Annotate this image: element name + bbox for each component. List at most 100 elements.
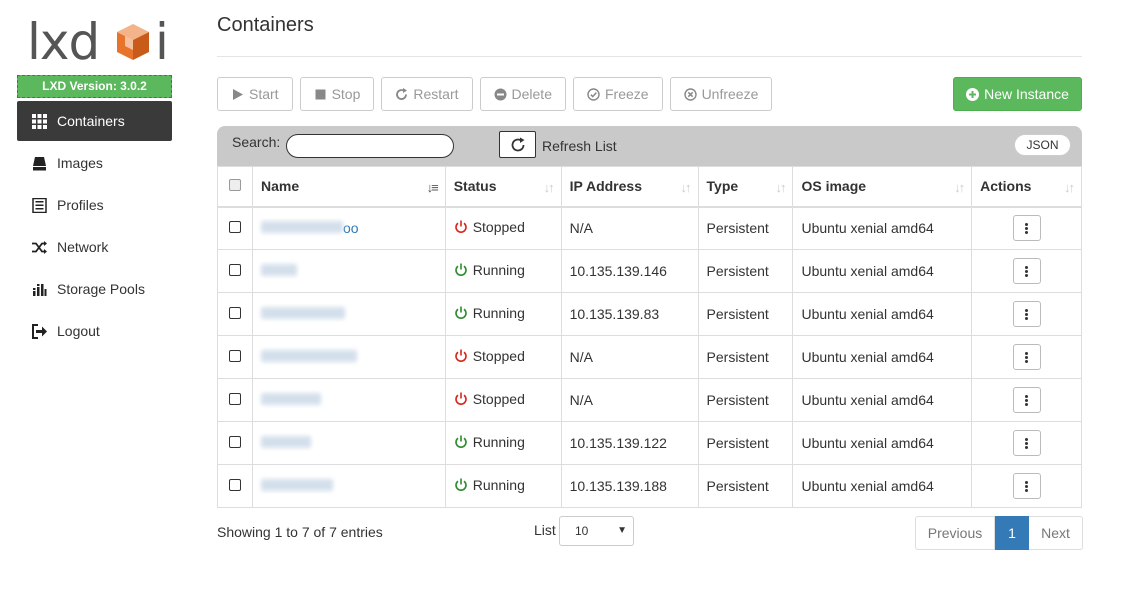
refresh-icon: [396, 87, 408, 100]
sidebar-item-label: Containers: [57, 113, 125, 129]
refresh-button[interactable]: [499, 131, 536, 158]
sidebar-item-profiles[interactable]: Profiles: [17, 185, 172, 225]
sort-icon: ↓↑: [1064, 180, 1075, 195]
status-badge: Stopped: [454, 348, 525, 364]
logo-text-right: i: [155, 13, 169, 71]
redacted-name: [260, 221, 343, 234]
ip-cell: N/A: [560, 206, 699, 250]
sidebar-item-containers[interactable]: Containers: [17, 101, 172, 141]
page-size-select[interactable]: 10 ▼: [559, 516, 634, 546]
status-badge: Running: [454, 262, 525, 278]
type-cell: Persistent: [697, 335, 794, 379]
status-badge: Running: [454, 477, 525, 493]
row-checkbox[interactable]: [228, 307, 241, 319]
status-badge: Stopped: [454, 391, 525, 407]
new-instance-button[interactable]: New Instance: [953, 77, 1082, 111]
actions-cell: [971, 206, 1082, 250]
row-actions-button[interactable]: [1012, 215, 1041, 242]
row-select-cell: [217, 335, 253, 379]
stop-button[interactable]: Stop: [299, 77, 375, 111]
row-checkbox[interactable]: [228, 350, 241, 362]
sort-icon: ↓↑: [680, 180, 692, 195]
column-header-actions[interactable]: Actions ↓↑: [971, 166, 1082, 208]
table-row: Running 10.135.139.83 Persistent Ubuntu …: [217, 292, 1082, 336]
more-vertical-icon: [1025, 484, 1029, 488]
row-actions-button[interactable]: [1012, 473, 1041, 499]
row-checkbox[interactable]: [228, 479, 241, 491]
page-1-button[interactable]: 1: [995, 516, 1029, 550]
row-select-cell: [217, 464, 253, 508]
redacted-name: [260, 350, 357, 362]
sort-icon: ↓↑: [954, 180, 965, 195]
sidebar-item-logout[interactable]: Logout: [17, 311, 172, 351]
next-page-button[interactable]: Next: [1029, 516, 1083, 550]
row-checkbox[interactable]: [228, 221, 241, 234]
row-select-cell: [217, 378, 253, 422]
ip-cell: N/A: [560, 335, 699, 379]
ip-cell: N/A: [560, 378, 699, 422]
actions-cell: [971, 378, 1082, 422]
power-icon: [454, 392, 467, 405]
row-actions-button[interactable]: [1012, 387, 1041, 413]
delete-button[interactable]: Delete: [479, 77, 566, 111]
column-header-ip[interactable]: IP Address ↓↑: [560, 166, 699, 208]
column-header-status[interactable]: Status ↓↑: [444, 166, 562, 208]
page-size-label: List: [534, 522, 556, 538]
column-header-type[interactable]: Type ↓↑: [697, 166, 794, 208]
more-vertical-icon: [1025, 269, 1029, 273]
row-select-cell: [217, 292, 253, 336]
type-cell: Persistent: [697, 464, 794, 508]
name-cell: [251, 378, 446, 422]
row-actions-button[interactable]: [1012, 344, 1041, 370]
sidebar-item-label: Images: [57, 155, 103, 171]
status-cell: Stopped: [444, 206, 562, 250]
unfreeze-button[interactable]: Unfreeze: [669, 77, 773, 111]
start-button[interactable]: Start: [217, 77, 293, 111]
more-vertical-icon: [1025, 441, 1029, 445]
os-cell: Ubuntu xenial amd64: [792, 378, 973, 422]
row-actions-button[interactable]: [1012, 301, 1041, 327]
row-actions-button[interactable]: [1012, 430, 1041, 456]
restart-button[interactable]: Restart: [381, 77, 473, 111]
minus-circle-icon: [494, 88, 507, 100]
os-cell: Ubuntu xenial amd64: [792, 464, 973, 508]
search-label: Search:: [232, 134, 281, 150]
cube-logo-icon: [117, 24, 149, 60]
sidebar-item-images[interactable]: Images: [17, 143, 172, 183]
table-row: Stopped N/A Persistent Ubuntu xenial amd…: [217, 335, 1082, 379]
power-icon: [454, 306, 467, 319]
more-vertical-icon: [1025, 398, 1029, 402]
type-cell: Persistent: [697, 292, 794, 336]
select-all-checkbox[interactable]: [228, 179, 241, 192]
more-vertical-icon: [1025, 312, 1029, 316]
row-checkbox[interactable]: [228, 264, 241, 276]
ip-cell: 10.135.139.122: [560, 421, 699, 465]
page-title: Containers: [217, 14, 314, 36]
row-actions-button[interactable]: [1012, 258, 1041, 284]
sidebar-nav: Containers Images Profiles Network Stora…: [17, 101, 172, 353]
column-header-name[interactable]: Name ↓≡: [251, 166, 446, 208]
actions-cell: [971, 335, 1082, 379]
table-row: Stopped N/A Persistent Ubuntu xenial amd…: [217, 378, 1082, 422]
column-header-os[interactable]: OS image ↓↑: [792, 166, 973, 208]
row-checkbox[interactable]: [228, 393, 241, 405]
sidebar-item-network[interactable]: Network: [17, 227, 172, 267]
name-cell: [251, 292, 446, 336]
previous-page-button[interactable]: Previous: [915, 516, 995, 550]
actions-cell: [971, 421, 1082, 465]
os-cell: Ubuntu xenial amd64: [792, 292, 973, 336]
name-cell: [251, 464, 446, 508]
redacted-name: [260, 264, 297, 276]
status-cell: Running: [444, 292, 562, 336]
json-button[interactable]: JSON: [1014, 134, 1071, 156]
caret-down-icon: ▼: [617, 525, 627, 536]
container-name-link[interactable]: oo: [343, 220, 359, 236]
table-row: oo Stopped N/A Persistent Ubuntu xenial …: [217, 206, 1082, 250]
row-checkbox[interactable]: [228, 436, 241, 448]
select-all-header: [217, 166, 253, 208]
sidebar-item-storage-pools[interactable]: Storage Pools: [17, 269, 172, 309]
freeze-button[interactable]: Freeze: [572, 77, 663, 111]
sidebar-item-label: Profiles: [57, 197, 104, 213]
lxdui-logo: lxd i: [27, 13, 169, 71]
search-input[interactable]: [286, 134, 454, 158]
